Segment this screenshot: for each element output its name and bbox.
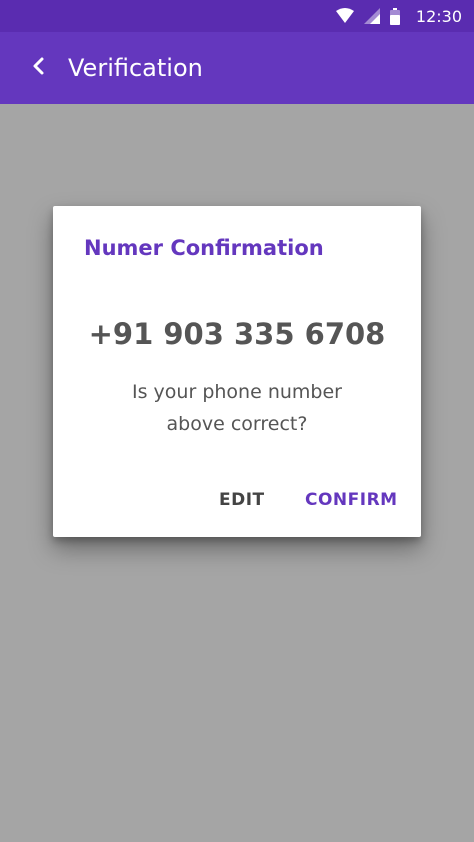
confirmation-dialog: Numer Confirmation +91 903 335 6708 Is y… [53,206,421,537]
chevron-left-icon [31,56,45,80]
wifi-icon [335,8,354,24]
dialog-message-line-1: Is your phone number [132,381,342,403]
status-bar: 12:30 [0,0,474,32]
app-bar: Verification [0,32,474,104]
dialog-message: Is your phone number above correct? [53,376,421,440]
edit-button[interactable]: EDIT [219,486,265,514]
dialog-message-line-2: above correct? [166,413,308,435]
page-title: Verification [68,54,203,82]
signal-icon [363,8,380,24]
battery-icon [389,7,400,25]
back-button[interactable] [20,50,56,86]
dialog-title: Numer Confirmation [84,236,324,260]
confirm-button[interactable]: CONFIRM [305,486,398,514]
status-icons: 12:30 [335,0,462,32]
clock: 12:30 [415,6,462,26]
phone-number: +91 903 335 6708 [88,317,386,351]
